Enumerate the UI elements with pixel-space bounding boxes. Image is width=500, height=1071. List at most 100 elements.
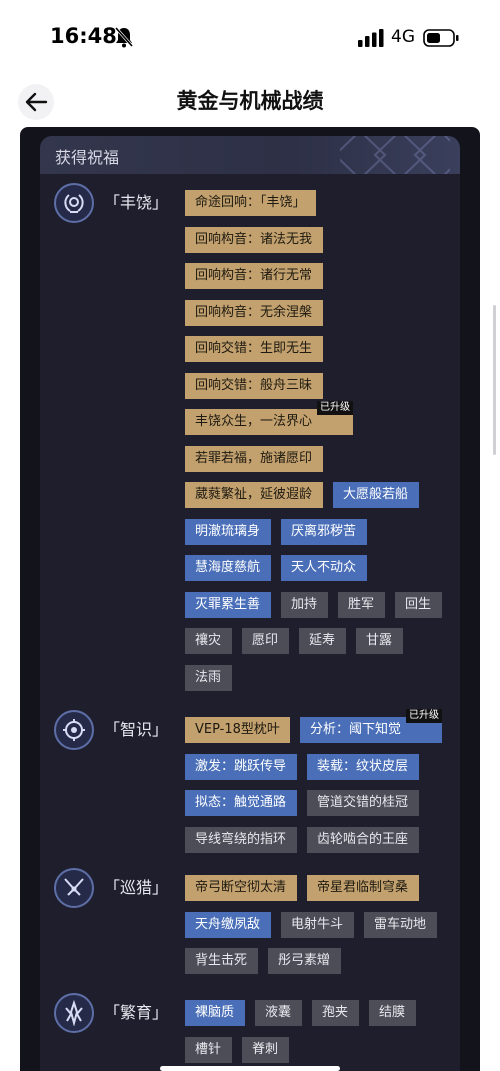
blessing-tag[interactable]: 丰饶众生，一法界心 已升级 (185, 401, 353, 435)
blessing-tag-label: 天人不动众 (291, 560, 357, 575)
blessing-tag-label: 命途回响：「丰饶」 (195, 195, 306, 210)
blessing-tag-label: 拟态：触觉通路 (195, 795, 287, 810)
blessing-tag-label: 法雨 (195, 670, 222, 685)
blessing-tag-label: 厌离邪秽苦 (291, 524, 357, 539)
propagation-swarm-icon (54, 993, 94, 1033)
abundance-laurel-icon (54, 183, 94, 223)
page-title: 黄金与机械战绩 (176, 89, 324, 113)
blessing-tag[interactable]: 液囊 (255, 1000, 302, 1026)
group-label: 「巡猎」 (104, 878, 169, 897)
blessing-tag[interactable]: 脊刺 (242, 1037, 289, 1063)
blessing-tag[interactable]: 齿轮啮合的王座 (307, 827, 419, 853)
blessing-tag-label: 彤弓素矰 (278, 953, 331, 968)
blessing-tag-label: 孢夹 (322, 1005, 349, 1020)
blessing-tag-label: 甘露 (366, 633, 393, 648)
blessing-tag[interactable]: 激发：跳跃传导 (185, 754, 297, 780)
blessing-tag-label: 禳灾 (195, 633, 222, 648)
blessing-tag[interactable]: 孢夹 (312, 1000, 359, 1026)
blessing-tag[interactable]: 明澈琉璃身 (185, 519, 271, 545)
blessing-tag[interactable]: 回响构音：诸行无常 (185, 263, 323, 289)
blessing-tag[interactable]: 甘露 (356, 628, 403, 654)
blessing-tag[interactable]: 分析：阈下知觉 已升级 (300, 709, 442, 743)
blessing-tag[interactable]: 灭罪累生善 (185, 592, 271, 618)
battery-icon (423, 29, 459, 47)
blessing-tag-label: 脊刺 (252, 1042, 279, 1057)
blessing-tag[interactable]: 胜军 (338, 592, 385, 618)
blessing-tag-label: 明澈琉璃身 (195, 524, 261, 539)
panel-title: 获得祝福 (55, 148, 120, 167)
blessing-tag-label: 齿轮啮合的王座 (317, 832, 409, 847)
blessing-tag[interactable]: 槽针 (185, 1037, 232, 1063)
blessing-tag-label: 愿印 (252, 633, 279, 648)
blessing-tag[interactable]: 管道交错的桂冠 (307, 790, 419, 816)
blessing-tag[interactable]: 背生击死 (185, 948, 258, 974)
blessing-tag-label: 慧海度慈航 (195, 560, 261, 575)
nav-bar: 黄金与机械战绩 (0, 75, 500, 127)
blessing-tag-label: 加持 (291, 597, 318, 612)
blessing-tag[interactable]: 慧海度慈航 (185, 555, 271, 581)
scrollbar[interactable] (493, 305, 496, 455)
blessing-tag-label: 回生 (405, 597, 432, 612)
hunt-arrow-icon (54, 868, 94, 908)
blessing-tag[interactable]: 葳蕤繁祉，延彼遐龄 (185, 482, 323, 508)
silent-bell-icon (114, 27, 134, 48)
blessing-tag-label: 帝弓断空彻太清 (195, 880, 287, 895)
header-pattern-icon (340, 136, 450, 174)
blessing-tag[interactable]: VEP-18型枕叶 (185, 717, 290, 743)
blessing-tag[interactable]: 命途回响：「丰饶」 (185, 190, 316, 216)
blessing-tag-label: 激发：跳跃传导 (195, 759, 287, 774)
blessing-tag-label: 雷车动地 (374, 917, 427, 932)
blessing-tag-label: VEP-18型枕叶 (195, 722, 280, 737)
group-label: 「繁育」 (104, 1003, 169, 1022)
blessing-tag[interactable]: 延寿 (299, 628, 346, 654)
blessing-tag[interactable]: 裸脑质 (185, 1000, 245, 1026)
blessing-tag-label: 管道交错的桂冠 (317, 795, 409, 810)
blessing-tag-label: 若罪若福，施诸愿印 (195, 451, 313, 466)
blessing-tag-label: 大愿般若船 (343, 487, 409, 502)
status-bar: 16:48 4G (0, 0, 500, 75)
blessing-tag-label: 天舟缴夙敌 (195, 917, 261, 932)
blessing-tag[interactable]: 回生 (395, 592, 442, 618)
blessing-tag[interactable]: 回响构音：诸法无我 (185, 227, 323, 253)
blessing-tag-label: 回响交错：般舟三昧 (195, 378, 313, 393)
network-type: 4G (391, 27, 415, 47)
blessing-tag[interactable]: 雷车动地 (364, 912, 437, 938)
blessing-tag-label: 槽针 (195, 1042, 222, 1057)
blessing-tag-label: 液囊 (265, 1005, 292, 1020)
blessing-tag[interactable]: 装载：纹状皮层 (307, 754, 419, 780)
blessing-tag[interactable]: 拟态：触觉通路 (185, 790, 297, 816)
blessing-tag[interactable]: 帝弓断空彻太清 (185, 875, 297, 901)
blessing-tag[interactable]: 加持 (281, 592, 328, 618)
blessing-tag[interactable]: 法雨 (185, 665, 232, 691)
blessing-tag[interactable]: 若罪若福，施诸愿印 (185, 446, 323, 472)
blessing-tag[interactable]: 天人不动众 (281, 555, 367, 581)
blessing-tag-label: 灭罪累生善 (195, 597, 261, 612)
blessing-tag-label: 帝星君临制穹桑 (317, 880, 409, 895)
blessing-tag[interactable]: 帝星君临制穹桑 (307, 875, 419, 901)
blessing-tag-label: 延寿 (309, 633, 336, 648)
upgraded-badge: 已升级 (317, 401, 353, 415)
blessing-tag[interactable]: 导线弯绕的指环 (185, 827, 297, 853)
blessing-tag[interactable]: 天舟缴夙敌 (185, 912, 271, 938)
blessing-tag[interactable]: 结膜 (369, 1000, 416, 1026)
blessing-tag[interactable]: 彤弓素矰 (268, 948, 341, 974)
group-label: 「丰饶」 (104, 193, 169, 212)
blessing-tag[interactable]: 大愿般若船 (333, 482, 419, 508)
blessing-tag-label: 装载：纹状皮层 (317, 759, 409, 774)
blessing-tag[interactable]: 回响交错：生即无生 (185, 336, 323, 362)
status-time: 16:48 (50, 24, 117, 48)
blessing-tag[interactable]: 禳灾 (185, 628, 232, 654)
blessing-tag-label: 背生击死 (195, 953, 248, 968)
blessing-tag[interactable]: 厌离邪秽苦 (281, 519, 367, 545)
blessing-tag[interactable]: 回响交错：般舟三昧 (185, 373, 323, 399)
blessing-tag-label: 胜军 (348, 597, 375, 612)
blessing-tag[interactable]: 愿印 (242, 628, 289, 654)
home-indicator (160, 1066, 340, 1071)
blessing-tag[interactable]: 电射牛斗 (281, 912, 354, 938)
blessing-tag-label: 回响交错：生即无生 (195, 341, 313, 356)
blessing-tag[interactable]: 回响构音：无余涅槃 (185, 300, 323, 326)
blessing-tag-label: 回响构音：诸法无我 (195, 232, 313, 247)
blessing-tag-label: 裸脑质 (195, 1005, 235, 1020)
blessing-tag-label: 结膜 (379, 1005, 406, 1020)
group-label: 「智识」 (104, 720, 169, 739)
